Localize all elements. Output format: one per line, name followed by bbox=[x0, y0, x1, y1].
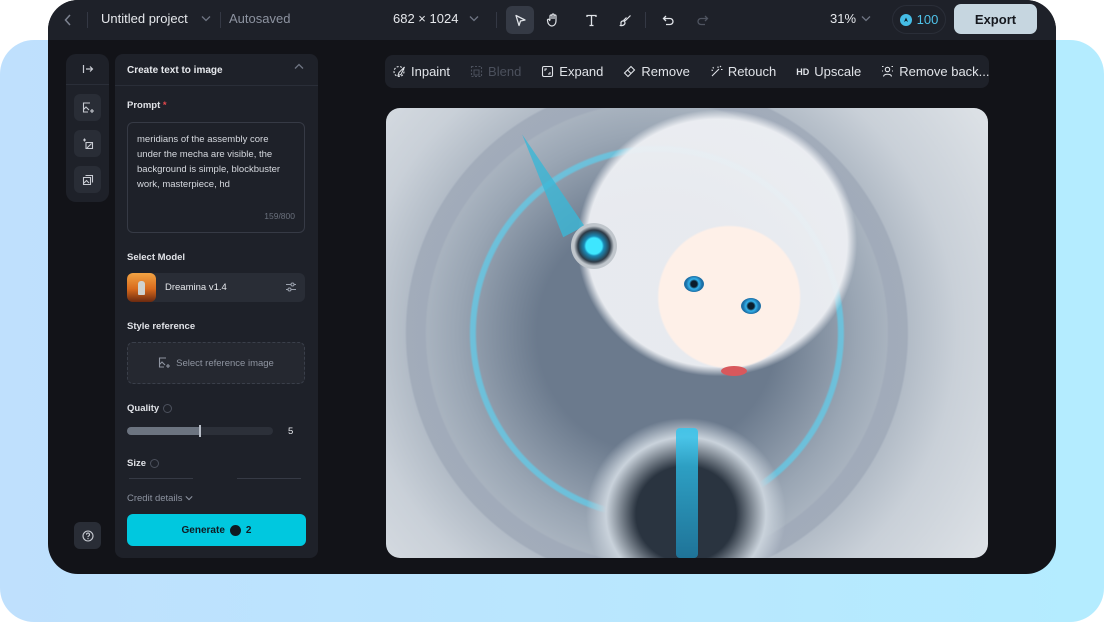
left-rail bbox=[66, 54, 109, 202]
help-icon bbox=[81, 529, 94, 542]
info-icon[interactable] bbox=[150, 458, 160, 468]
prompt-char-count: 159/800 bbox=[264, 211, 295, 221]
generation-panel: Create text to image Prompt * meridians … bbox=[115, 54, 318, 558]
info-icon[interactable] bbox=[163, 403, 173, 413]
redo-icon bbox=[696, 15, 708, 25]
panel-header: Create text to image bbox=[115, 54, 318, 86]
chevron-down-icon bbox=[185, 496, 193, 501]
quality-value: 5 bbox=[288, 426, 294, 437]
export-button[interactable]: Export bbox=[954, 4, 1037, 34]
image-add-button[interactable] bbox=[74, 94, 101, 121]
top-bar: Untitled project Autosaved 682 × 1024 31… bbox=[48, 0, 1056, 40]
brush-icon bbox=[618, 14, 631, 26]
hand-icon bbox=[546, 13, 557, 27]
generate-button[interactable]: Generate 2 bbox=[127, 514, 306, 546]
image-add-icon bbox=[82, 101, 94, 113]
image-lips bbox=[721, 366, 747, 376]
credit-coin-icon bbox=[229, 524, 241, 536]
credit-coin-icon bbox=[899, 13, 912, 26]
zoom-level-selector[interactable]: 31% bbox=[830, 11, 856, 26]
generated-image[interactable] bbox=[386, 108, 988, 558]
chevron-down-icon[interactable] bbox=[469, 15, 479, 22]
inpaint-button[interactable]: Inpaint bbox=[393, 64, 450, 79]
reference-placeholder: Select reference image bbox=[176, 357, 274, 369]
cursor-arrow-icon bbox=[514, 14, 526, 26]
size-label: Size bbox=[127, 458, 160, 469]
select-reference-image-button[interactable]: Select reference image bbox=[127, 342, 305, 384]
remove-background-button[interactable]: Remove back... bbox=[881, 64, 990, 79]
prompt-text: meridians of the assembly core under the… bbox=[137, 134, 281, 190]
generate-cost: 2 bbox=[245, 524, 252, 536]
expand-icon bbox=[542, 65, 554, 78]
redo-button[interactable] bbox=[688, 6, 716, 34]
edit-toolbar: Inpaint Blend Expand Remove Retouch HD U… bbox=[385, 55, 990, 88]
help-button[interactable] bbox=[74, 522, 101, 549]
size-option[interactable] bbox=[237, 478, 301, 479]
panel-title: Create text to image bbox=[127, 65, 223, 76]
select-tool-button[interactable] bbox=[506, 6, 534, 34]
expand-panel-button[interactable] bbox=[66, 54, 109, 85]
quality-slider-handle[interactable] bbox=[199, 425, 201, 437]
image-resize-button[interactable] bbox=[74, 130, 101, 157]
retouch-button[interactable]: Retouch bbox=[710, 64, 776, 79]
undo-icon bbox=[662, 15, 674, 25]
quality-label: Quality bbox=[127, 403, 173, 414]
image-layers-button[interactable] bbox=[74, 166, 101, 193]
image-resize-icon bbox=[82, 138, 93, 149]
quality-slider-fill bbox=[127, 427, 200, 435]
divider bbox=[645, 12, 646, 28]
chevron-down-icon[interactable] bbox=[201, 15, 211, 22]
remove-button[interactable]: Remove bbox=[623, 64, 690, 79]
sliders-icon[interactable] bbox=[285, 281, 297, 293]
chevron-left-icon bbox=[64, 14, 71, 26]
blend-button[interactable]: Blend bbox=[470, 64, 521, 79]
hand-tool-button[interactable] bbox=[539, 6, 567, 34]
image-add-icon bbox=[159, 357, 171, 368]
expand-panel-icon bbox=[82, 65, 93, 73]
image-horn bbox=[511, 128, 585, 238]
model-label: Select Model bbox=[127, 252, 186, 263]
size-option[interactable] bbox=[129, 478, 193, 479]
hd-icon: HD bbox=[796, 66, 810, 77]
generate-label: Generate bbox=[181, 524, 225, 536]
editor-window: Untitled project Autosaved 682 × 1024 31… bbox=[48, 0, 1056, 574]
save-status: Autosaved bbox=[229, 11, 291, 26]
magic-wand-icon bbox=[711, 65, 723, 77]
image-earpiece bbox=[571, 223, 617, 269]
image-neck-glow bbox=[676, 428, 698, 558]
credits-count: 100 bbox=[916, 12, 939, 27]
inpaint-icon bbox=[393, 65, 405, 78]
chevron-up-icon[interactable] bbox=[294, 63, 304, 70]
canvas-size-selector[interactable]: 682 × 1024 bbox=[393, 11, 458, 26]
model-selector[interactable]: Dreamina v1.4 bbox=[127, 273, 305, 302]
image-layers-icon bbox=[82, 174, 93, 185]
expand-button[interactable]: Expand bbox=[541, 64, 603, 79]
brush-tool-button[interactable] bbox=[611, 6, 639, 34]
person-cutout-icon bbox=[882, 65, 894, 77]
divider bbox=[220, 12, 221, 28]
project-title[interactable]: Untitled project bbox=[101, 11, 188, 26]
credits-badge[interactable]: 100 bbox=[892, 5, 946, 34]
text-tool-button[interactable] bbox=[577, 6, 605, 34]
model-name: Dreamina v1.4 bbox=[165, 282, 227, 293]
undo-button[interactable] bbox=[654, 6, 682, 34]
image-eye bbox=[741, 298, 761, 314]
prompt-input[interactable]: meridians of the assembly core under the… bbox=[127, 122, 305, 233]
divider bbox=[496, 12, 497, 28]
style-reference-label: Style reference bbox=[127, 321, 196, 332]
upscale-button[interactable]: HD Upscale bbox=[796, 64, 861, 79]
quality-slider[interactable] bbox=[127, 425, 273, 437]
credit-details-toggle[interactable]: Credit details bbox=[127, 493, 193, 504]
chevron-down-icon[interactable] bbox=[861, 15, 871, 22]
back-button[interactable] bbox=[58, 10, 78, 30]
required-marker: * bbox=[162, 100, 167, 111]
prompt-label: Prompt * bbox=[127, 100, 167, 111]
model-thumbnail bbox=[127, 273, 156, 302]
divider bbox=[87, 12, 88, 28]
image-eye bbox=[684, 276, 704, 292]
text-icon bbox=[585, 14, 597, 26]
eraser-icon bbox=[624, 65, 636, 78]
blend-icon bbox=[470, 65, 483, 78]
